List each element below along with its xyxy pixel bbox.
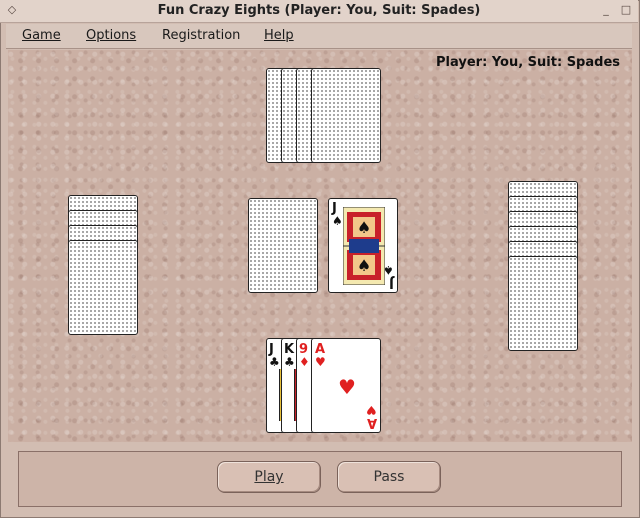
- pass-button[interactable]: Pass: [337, 461, 441, 493]
- player-card[interactable]: A ♥ ♥ ♥ A: [311, 338, 381, 433]
- discard-pile-card: J ♠ ♠ ♠ ♠ J: [328, 198, 398, 293]
- card-suit: ♣: [284, 355, 295, 369]
- card-suit: ♠: [332, 214, 343, 228]
- card-suit: ♦: [299, 355, 310, 369]
- minimize-icon[interactable]: _: [598, 2, 614, 18]
- card-suit: ♥: [315, 355, 326, 369]
- svg-text:♠: ♠: [357, 256, 371, 275]
- menu-bar: Game Options Registration Help: [6, 24, 632, 49]
- svg-text:♠: ♠: [357, 218, 371, 237]
- jack-face-icon: ♠ ♠: [343, 207, 385, 285]
- opponent-top-card: [311, 68, 381, 163]
- maximize-icon[interactable]: □: [618, 2, 634, 18]
- menu-game[interactable]: Game: [22, 28, 61, 43]
- title-bar: ◇ Fun Crazy Eights (Player: You, Suit: S…: [0, 0, 638, 23]
- window-title: Fun Crazy Eights (Player: You, Suit: Spa…: [157, 3, 481, 18]
- menu-help[interactable]: Help: [264, 28, 294, 43]
- card-suit: ♣: [269, 355, 280, 369]
- draw-pile[interactable]: [248, 198, 318, 293]
- menu-options[interactable]: Options: [86, 28, 136, 43]
- opponent-left-card: [68, 240, 138, 335]
- card-rank-bottom: J: [389, 275, 394, 290]
- menu-registration[interactable]: Registration: [162, 28, 240, 43]
- play-button[interactable]: Play: [217, 461, 321, 493]
- card-rank-bottom: A: [366, 415, 377, 430]
- status-text: Player: You, Suit: Spades: [436, 55, 620, 70]
- heart-icon: ♥: [338, 375, 356, 399]
- opponent-right-card: [508, 256, 578, 351]
